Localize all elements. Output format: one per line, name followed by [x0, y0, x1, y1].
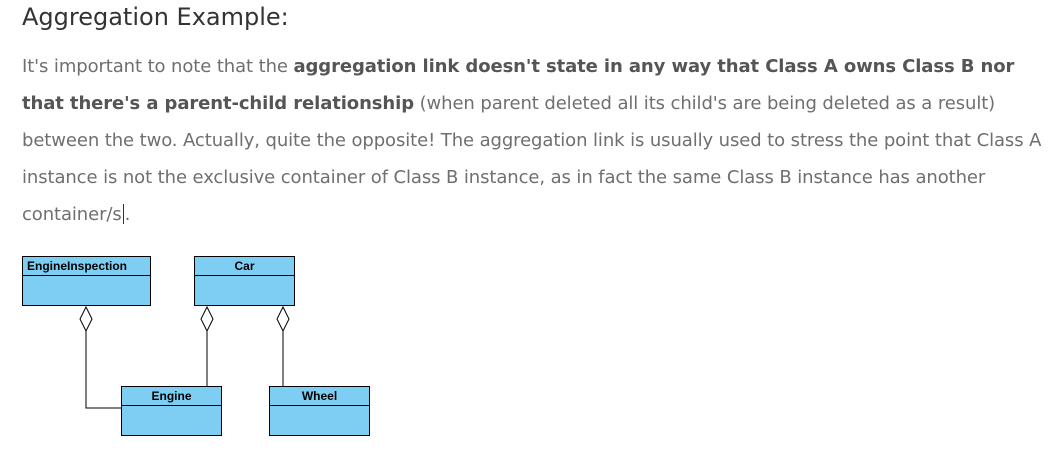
class-name-engine: Engine [122, 387, 221, 406]
paragraph-text-1: It's important to note that the [22, 56, 294, 77]
aggregation-line-engineinspection-engine [85, 331, 122, 409]
aggregation-paragraph: It's important to note that the aggregat… [22, 48, 1060, 233]
class-name-car: Car [195, 257, 294, 276]
class-box-car: Car [194, 256, 295, 306]
text-cursor [122, 204, 124, 224]
class-name-engineinspection: EngineInspection [23, 257, 150, 276]
aggregation-diamond-car-engine [200, 305, 214, 333]
paragraph-text-3: . [124, 204, 131, 225]
section-heading: Aggregation Example: [22, 3, 289, 31]
class-box-engineinspection: EngineInspection [22, 256, 151, 306]
aggregation-diamond-engineinspection [79, 305, 93, 333]
uml-aggregation-diagram: EngineInspection Car Engine Wheel [0, 250, 420, 450]
class-box-engine: Engine [121, 386, 222, 436]
article-content: Aggregation Example: It's important to n… [22, 0, 1060, 233]
class-name-wheel: Wheel [270, 387, 369, 406]
class-box-wheel: Wheel [269, 386, 370, 436]
aggregation-diamond-car-wheel [276, 305, 290, 333]
